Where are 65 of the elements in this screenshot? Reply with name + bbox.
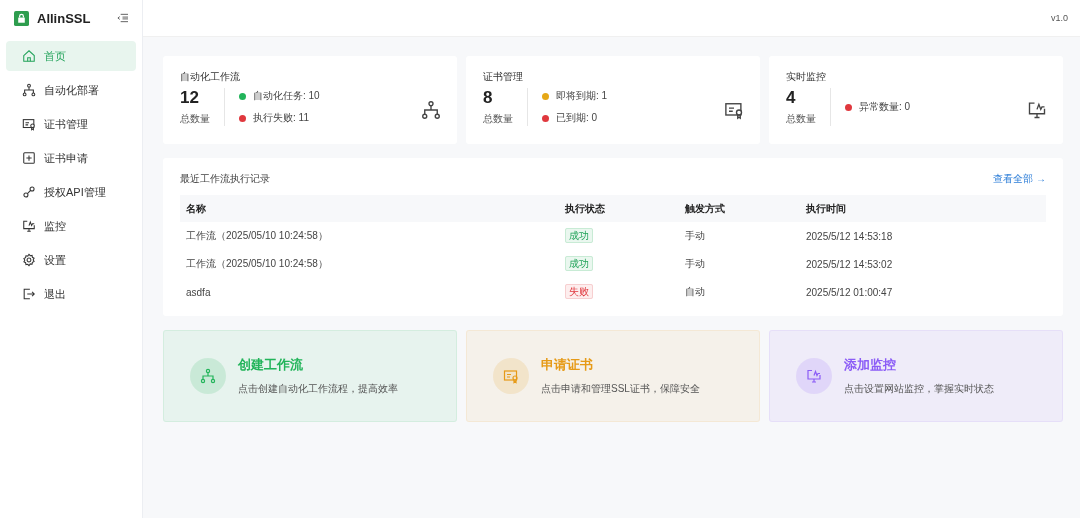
action-description: 点击创建自动化工作流程，提高效率 bbox=[238, 382, 398, 396]
table-cell-text: 自动 bbox=[684, 285, 706, 299]
table-cell-text: 2025/5/12 14:53:02 bbox=[805, 257, 894, 272]
menu-collapse-icon[interactable] bbox=[117, 13, 128, 23]
stat-total: 8 bbox=[483, 88, 494, 108]
sidebar-item[interactable]: 监控 bbox=[6, 211, 136, 241]
lock-logo-icon bbox=[14, 10, 29, 26]
action-title: 添加监控 bbox=[844, 356, 897, 374]
section-title: 最近工作流执行记录 bbox=[180, 172, 270, 186]
column-header: 执行时间 bbox=[800, 195, 1046, 222]
certificate-icon bbox=[22, 117, 36, 131]
status-badge: 成功 bbox=[565, 256, 593, 271]
logout-icon bbox=[22, 287, 36, 301]
action-card[interactable]: 添加监控 点击设置网站监控，掌握实时状态 bbox=[769, 330, 1063, 422]
table-cell-text: 手动 bbox=[684, 257, 706, 271]
stat-total-label: 总数量 bbox=[786, 112, 816, 126]
monitor-icon bbox=[796, 358, 832, 394]
table-cell: 2025/5/12 14:53:18 bbox=[800, 222, 1046, 250]
action-title: 创建工作流 bbox=[238, 356, 304, 374]
table-cell-text: 工作流（2025/05/10 10:24:58） bbox=[185, 257, 329, 271]
plus-square-icon bbox=[22, 151, 36, 165]
stat-item: 即将到期: 1 bbox=[556, 89, 608, 103]
stat-title: 实时监控 bbox=[786, 70, 827, 84]
sidebar-item[interactable]: 自动化部署 bbox=[6, 75, 136, 105]
sidebar-item[interactable]: 授权API管理 bbox=[6, 177, 136, 207]
action-description: 点击申请和管理SSL证书，保障安全 bbox=[541, 382, 700, 396]
stat-item: 已到期: 0 bbox=[556, 111, 598, 125]
stat-total: 12 bbox=[180, 88, 200, 108]
column-header: 触发方式 bbox=[679, 195, 800, 222]
column-header: 名称 bbox=[180, 195, 559, 222]
version-label: v1.0 bbox=[1051, 13, 1068, 23]
stat-item: 自动化任务: 10 bbox=[253, 89, 320, 103]
table-cell-text: asdfa bbox=[185, 285, 212, 300]
status-badge: 成功 bbox=[565, 228, 593, 243]
certificate-icon bbox=[724, 100, 744, 120]
action-title: 申请证书 bbox=[541, 356, 594, 374]
stat-total: 4 bbox=[786, 88, 797, 108]
certificate-icon bbox=[493, 358, 529, 394]
column-header: 执行状态 bbox=[559, 195, 679, 222]
stat-title: 证书管理 bbox=[483, 70, 524, 84]
table-cell-text: 2025/5/12 01:00:47 bbox=[805, 285, 894, 300]
monitor-icon bbox=[22, 219, 36, 233]
stat-title: 自动化工作流 bbox=[180, 70, 241, 84]
stat-total-label: 总数量 bbox=[483, 112, 513, 126]
monitor-icon bbox=[1027, 100, 1047, 120]
table-cell: 工作流（2025/05/10 10:24:58） bbox=[180, 222, 559, 250]
table-cell: 手动 bbox=[679, 222, 800, 250]
home-icon bbox=[22, 49, 36, 63]
sidebar-item[interactable]: 证书申请 bbox=[6, 143, 136, 173]
brand-name: AllinSSL bbox=[37, 10, 92, 26]
settings-icon bbox=[22, 253, 36, 267]
view-all-link[interactable]: 查看全部 → bbox=[993, 172, 1046, 186]
sidebar-item[interactable]: 证书管理 bbox=[6, 109, 136, 139]
hierarchy-icon bbox=[22, 83, 36, 97]
status-badge: 失败 bbox=[565, 284, 593, 299]
action-card[interactable]: 申请证书 点击申请和管理SSL证书，保障安全 bbox=[466, 330, 760, 422]
action-description: 点击设置网站监控，掌握实时状态 bbox=[844, 382, 994, 396]
stat-item: 执行失败: 11 bbox=[253, 111, 309, 125]
stat-total-label: 总数量 bbox=[180, 112, 210, 126]
stat-item: 异常数量: 0 bbox=[859, 100, 911, 114]
action-card[interactable]: 创建工作流 点击创建自动化工作流程，提高效率 bbox=[163, 330, 457, 422]
sidebar-item[interactable]: 退出 bbox=[6, 279, 136, 309]
hierarchy-icon bbox=[421, 100, 441, 120]
sidebar-item[interactable]: 设置 bbox=[6, 245, 136, 275]
hierarchy-icon bbox=[190, 358, 226, 394]
